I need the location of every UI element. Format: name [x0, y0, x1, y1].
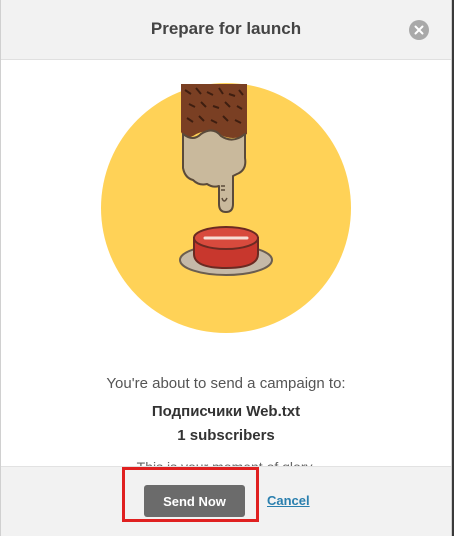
- subscriber-count: 1 subscribers: [177, 427, 275, 444]
- campaign-summary: You're about to send a campaign to: Подп…: [1, 375, 451, 444]
- finger-pressing-button-illustration: [101, 83, 351, 333]
- send-intro-text: You're about to send a campaign to:: [106, 375, 346, 392]
- launch-modal: Prepare for launch You're about to send …: [0, 0, 452, 536]
- send-now-button[interactable]: Send Now: [144, 485, 245, 517]
- close-icon: [414, 25, 424, 35]
- modal-title: Prepare for launch: [150, 19, 302, 38]
- close-button[interactable]: [409, 20, 429, 40]
- list-name: Подписчики Web.txt: [151, 403, 301, 420]
- modal-header: Prepare for launch: [1, 0, 451, 60]
- cancel-link[interactable]: Cancel: [267, 493, 310, 508]
- partial-text: This is your moment of glory.: [1, 458, 451, 466]
